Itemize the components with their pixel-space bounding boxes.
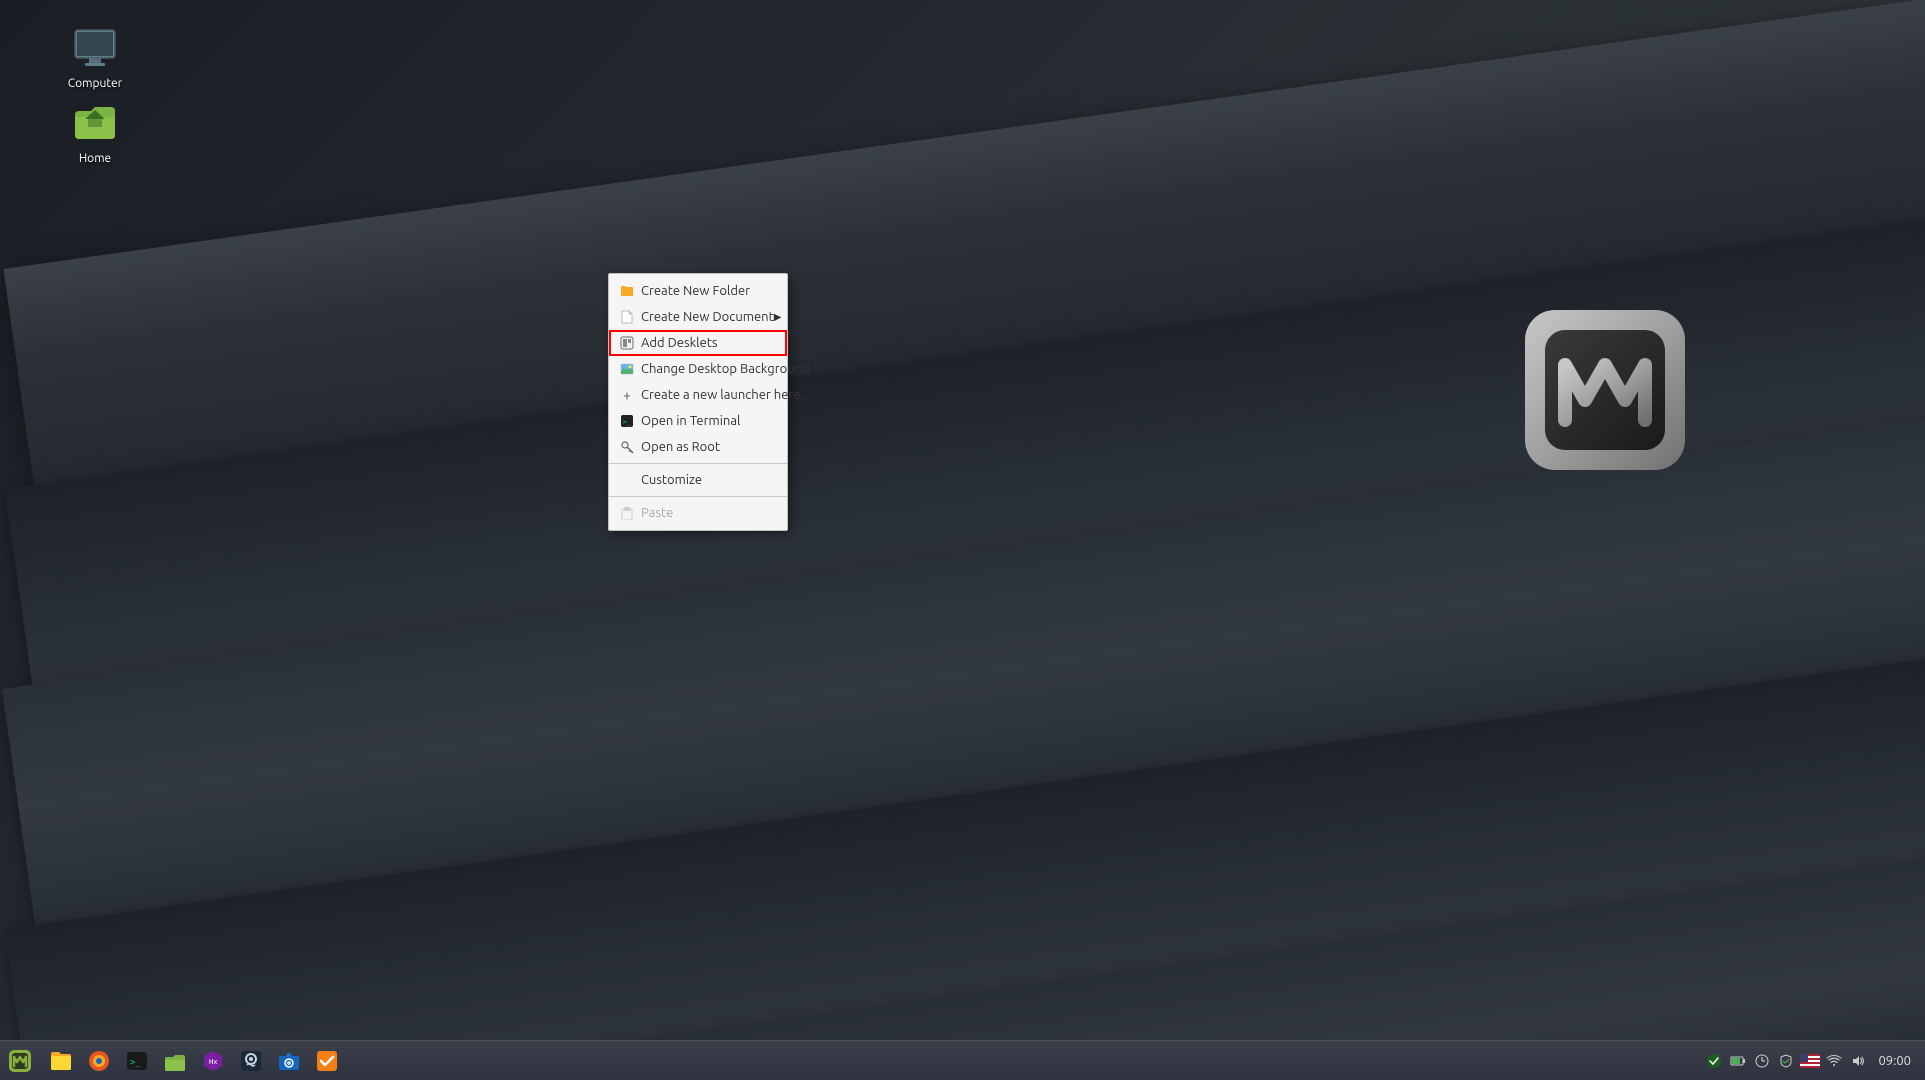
taskbar-hex-icon[interactable]: Hx xyxy=(195,1043,231,1079)
context-menu: Create New Folder Create New Document ▶ … xyxy=(608,273,788,531)
desktop: Computer Home Create New Folder xyxy=(0,0,1925,1080)
svg-text:>_: >_ xyxy=(623,418,632,426)
key-icon xyxy=(619,439,635,455)
tray-volume-icon[interactable] xyxy=(1848,1051,1868,1071)
home-icon-label: Home xyxy=(79,151,111,167)
menu-item-create-launcher[interactable]: + Create a new launcher here... xyxy=(609,382,787,408)
tray-battery-icon[interactable] xyxy=(1728,1051,1748,1071)
create-new-document-label: Create New Document xyxy=(641,310,774,324)
computer-icon-label: Computer xyxy=(68,76,122,92)
menu-item-add-desklets[interactable]: Add Desklets xyxy=(609,330,787,356)
svg-text:>_: >_ xyxy=(130,1058,141,1068)
tray-keyboard-layout-icon[interactable] xyxy=(1800,1051,1820,1071)
paste-label: Paste xyxy=(641,506,673,520)
desklet-icon xyxy=(619,335,635,351)
document-icon xyxy=(619,309,635,325)
menu-item-create-new-document[interactable]: Create New Document ▶ xyxy=(609,304,787,330)
taskbar-steam-icon[interactable] xyxy=(233,1043,269,1079)
create-new-folder-label: Create New Folder xyxy=(641,284,750,298)
menu-item-open-as-root[interactable]: Open as Root xyxy=(609,434,787,460)
taskbar-tasks-icon[interactable] xyxy=(309,1043,345,1079)
change-desktop-background-label: Change Desktop Background xyxy=(641,362,810,376)
tray-timer-icon[interactable] xyxy=(1752,1051,1772,1071)
open-terminal-label: Open in Terminal xyxy=(641,414,740,428)
tray-check-icon[interactable] xyxy=(1704,1051,1724,1071)
customize-label: Customize xyxy=(641,473,702,487)
menu-item-paste[interactable]: Paste xyxy=(609,500,787,526)
create-launcher-label: Create a new launcher here... xyxy=(641,388,810,402)
taskbar-terminal-icon[interactable]: >_ xyxy=(119,1043,155,1079)
taskbar-clock[interactable]: 09:00 xyxy=(1872,1054,1917,1068)
taskbar: >_ Hx xyxy=(0,1040,1925,1080)
folder-icon xyxy=(619,283,635,299)
menu-separator-1 xyxy=(609,463,787,464)
taskbar-home-icon[interactable] xyxy=(157,1043,193,1079)
start-button[interactable] xyxy=(0,1041,40,1080)
terminal-icon: >_ xyxy=(619,413,635,429)
home-folder-icon xyxy=(71,99,119,147)
submenu-arrow: ▶ xyxy=(774,311,782,323)
mint-logo xyxy=(1505,290,1745,530)
taskbar-app-icons: >_ Hx xyxy=(40,1041,1704,1080)
computer-desktop-icon[interactable]: Computer xyxy=(55,20,135,96)
open-as-root-label: Open as Root xyxy=(641,440,720,454)
taskbar-browser-icon[interactable] xyxy=(81,1043,117,1079)
svg-text:Hx: Hx xyxy=(209,1058,217,1066)
plus-icon: + xyxy=(619,387,635,403)
home-desktop-icon[interactable]: Home xyxy=(55,95,135,171)
menu-item-open-terminal[interactable]: >_ Open in Terminal xyxy=(609,408,787,434)
menu-item-customize[interactable]: Customize xyxy=(609,467,787,493)
paste-icon xyxy=(619,505,635,521)
tray-shield-icon[interactable] xyxy=(1776,1051,1796,1071)
background-icon xyxy=(619,361,635,377)
menu-item-change-desktop-background[interactable]: Change Desktop Background xyxy=(609,356,787,382)
taskbar-camera-icon[interactable] xyxy=(271,1043,307,1079)
menu-item-create-new-folder[interactable]: Create New Folder xyxy=(609,278,787,304)
computer-icon xyxy=(71,24,119,72)
customize-icon xyxy=(619,472,635,488)
taskbar-tray: 09:00 xyxy=(1704,1051,1925,1071)
taskbar-files-icon[interactable] xyxy=(43,1043,79,1079)
tray-wifi-icon[interactable] xyxy=(1824,1051,1844,1071)
menu-separator-2 xyxy=(609,496,787,497)
add-desklets-label: Add Desklets xyxy=(641,336,718,350)
